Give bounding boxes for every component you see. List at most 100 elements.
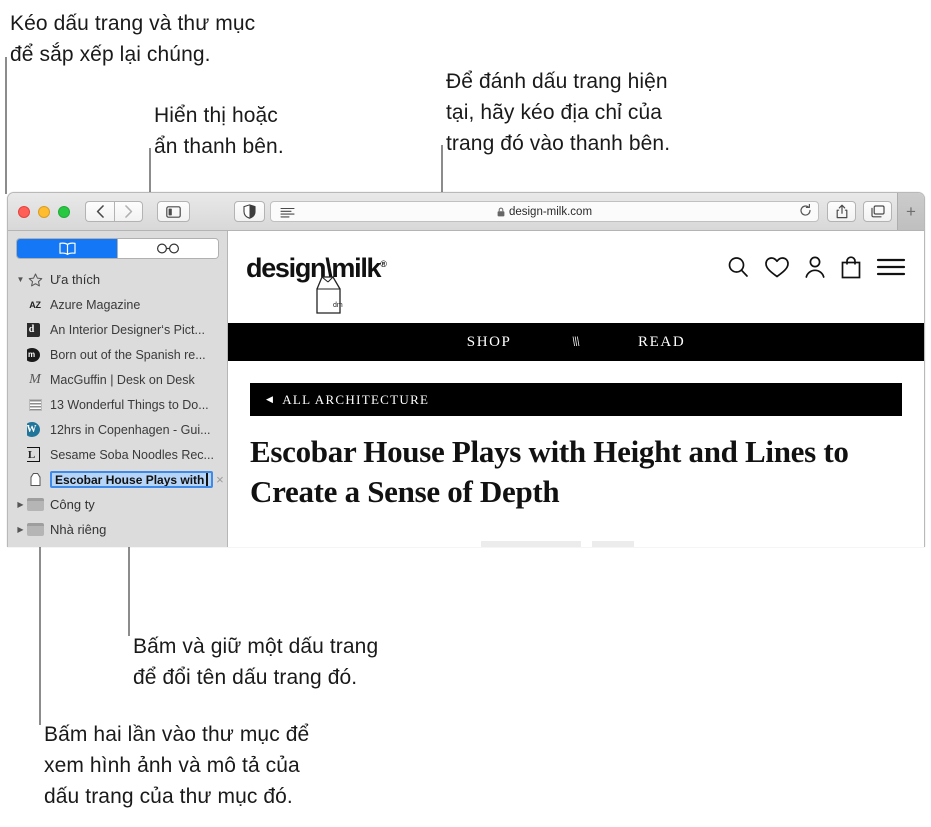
forward-button[interactable] — [114, 201, 143, 222]
bookmark-group-favorites[interactable]: ▼ Ưa thích — [8, 267, 227, 292]
minimize-button[interactable] — [38, 205, 50, 218]
leader-line-rename — [128, 538, 130, 636]
bookmark-name-value: Escobar House Plays with — [55, 472, 205, 487]
bookmark-label: MacGuffin | Desk on Desk — [50, 372, 195, 387]
back-button[interactable] — [85, 201, 114, 222]
bookmark-rename-row[interactable]: Escobar House Plays with × — [8, 467, 227, 492]
folder-label: Nhà riêng — [50, 522, 107, 537]
category-label[interactable]: ALL ARCHITECTURE — [282, 392, 429, 408]
callout-sidebar-toggle: Hiển thị hoặc ẩn thanh bên. — [154, 104, 284, 158]
category-bar[interactable]: ◀ ALL ARCHITECTURE — [250, 383, 902, 416]
back-arrow-icon[interactable]: ◀ — [266, 394, 274, 405]
reader-view-button[interactable] — [275, 205, 299, 220]
byline-placeholder-1 — [481, 541, 581, 547]
navigation-buttons[interactable] — [85, 201, 143, 222]
rename-field-wrapper[interactable]: Escobar House Plays with × — [50, 471, 227, 488]
reader-view-icon — [279, 207, 295, 218]
list-item[interactable]: m Born out of the Spanish re... — [8, 342, 227, 367]
safari-window: design-milk.com + ▼ Ưa thích AZ Azure Ma… — [7, 192, 925, 547]
site-nav-icons[interactable] — [726, 255, 906, 284]
callout-bookmark-drag: Để đánh dấu trang hiện tại, hãy kéo địa … — [446, 70, 671, 155]
bookmarks-sidebar: ▼ Ưa thích AZ Azure Magazine d An Interi… — [8, 231, 228, 547]
folder-icon — [27, 498, 44, 511]
bookmark-label: 13 Wonderful Things to Do... — [50, 397, 209, 412]
bookmark-label: 12hrs in Copenhagen - Gui... — [50, 422, 211, 437]
disclosure-triangle-icon[interactable]: ▶ — [14, 525, 27, 534]
callout-open-folder: Bấm hai lần vào thư mục để xem hình ảnh … — [44, 723, 310, 808]
textblock-favicon-icon — [27, 397, 43, 413]
browser-toolbar: design-milk.com + — [8, 193, 924, 231]
new-tab-label: + — [906, 201, 916, 221]
azure-favicon-icon: AZ — [29, 299, 41, 310]
bookmark-label: Sesame Soba Noodles Rec... — [50, 447, 214, 462]
bookmark-label: An Interior Designer‘s Pict... — [50, 322, 205, 337]
leader-line-open-folder — [39, 538, 41, 725]
nav-link-shop[interactable]: SHOP — [467, 334, 512, 351]
heart-icon[interactable] — [764, 255, 790, 284]
sidebar-segmented-control[interactable] — [16, 238, 219, 259]
tab-overview-button[interactable] — [863, 201, 892, 222]
zoom-button[interactable] — [58, 205, 70, 218]
window-body: ▼ Ưa thích AZ Azure Magazine d An Interi… — [8, 231, 924, 547]
reload-button[interactable] — [799, 203, 812, 220]
person-icon[interactable] — [804, 255, 826, 284]
bookmark-label: Azure Magazine — [50, 297, 141, 312]
callout-reorder: Kéo dấu trang và thư mục để sắp xếp lại … — [10, 12, 256, 66]
new-tab-button[interactable]: + — [897, 193, 924, 230]
share-button[interactable] — [827, 201, 856, 222]
bookmark-name-input[interactable]: Escobar House Plays with — [50, 471, 213, 488]
folder-row-nha-rieng[interactable]: ▶ Nhà riêng — [8, 517, 227, 542]
list-item[interactable]: d An Interior Designer‘s Pict... — [8, 317, 227, 342]
toolbar-right-buttons[interactable] — [827, 201, 892, 222]
url-text: design-milk.com — [508, 205, 593, 218]
bookmark-label: Born out of the Spanish re... — [50, 347, 206, 362]
folder-row-cong-ty[interactable]: ▶ Công ty — [8, 492, 227, 517]
site-header: design\milk® dm — [228, 231, 924, 323]
privacy-report-button[interactable] — [234, 201, 265, 222]
web-content: design\milk® dm SHOP \\\ READ ◀ ALL ARCH… — [228, 231, 924, 547]
site-nav-bar[interactable]: SHOP \\\ READ — [228, 323, 924, 361]
menu-icon[interactable] — [876, 256, 906, 283]
byline-placeholder-2 — [592, 541, 634, 547]
nav-separator-slashes: \\\ — [571, 333, 580, 350]
search-icon[interactable] — [726, 255, 750, 284]
disclosure-triangle-icon[interactable]: ▼ — [14, 275, 27, 284]
reload-icon — [800, 203, 811, 216]
loveandlemons-favicon-icon: L — [27, 447, 43, 463]
list-item[interactable]: L Sesame Soba Noodles Rec... — [8, 442, 227, 467]
milk-carton-logo-icon: dm — [304, 273, 356, 326]
window-controls[interactable] — [18, 205, 70, 218]
sidebar-toggle-button[interactable] — [157, 201, 190, 222]
callout-rename: Bấm và giữ một dấu trang để đổi tên dấu … — [133, 635, 379, 689]
disclosure-triangle-icon[interactable]: ▶ — [14, 500, 27, 509]
list-item[interactable]: W 12hrs in Copenhagen - Gui... — [8, 417, 227, 442]
wordpress-favicon-icon: W — [27, 422, 43, 438]
tab-bookmarks[interactable] — [17, 239, 117, 258]
dezeen-favicon-icon: d — [27, 322, 43, 338]
url-display[interactable]: design-milk.com — [271, 206, 818, 218]
shield-icon — [243, 204, 256, 219]
sidebar-icon — [166, 205, 181, 218]
star-icon — [27, 272, 43, 288]
nav-link-read[interactable]: READ — [638, 334, 685, 351]
list-item[interactable]: 13 Wonderful Things to Do... — [8, 392, 227, 417]
glasses-icon — [156, 243, 180, 254]
tab-reading-list[interactable] — [117, 239, 218, 258]
list-item[interactable]: AZ Azure Magazine — [8, 292, 227, 317]
metalocus-favicon-icon: m — [27, 347, 43, 363]
text-caret — [206, 473, 208, 486]
leader-line-reorder — [5, 57, 7, 194]
close-button[interactable] — [18, 205, 30, 218]
list-item[interactable]: M MacGuffin | Desk on Desk — [8, 367, 227, 392]
lock-icon — [497, 207, 505, 216]
registered-mark: ® — [380, 259, 387, 269]
delete-bookmark-button[interactable]: × — [213, 472, 227, 487]
bag-icon[interactable] — [840, 255, 862, 284]
article-headline: Escobar House Plays with Height and Line… — [250, 434, 849, 509]
tab-overview-icon — [870, 205, 885, 218]
bookmarks-list[interactable]: ▼ Ưa thích AZ Azure Magazine d An Interi… — [8, 265, 227, 547]
address-bar[interactable]: design-milk.com — [270, 201, 819, 222]
svg-text:dm: dm — [333, 302, 343, 309]
share-icon — [836, 204, 847, 219]
folder-icon — [27, 523, 44, 536]
